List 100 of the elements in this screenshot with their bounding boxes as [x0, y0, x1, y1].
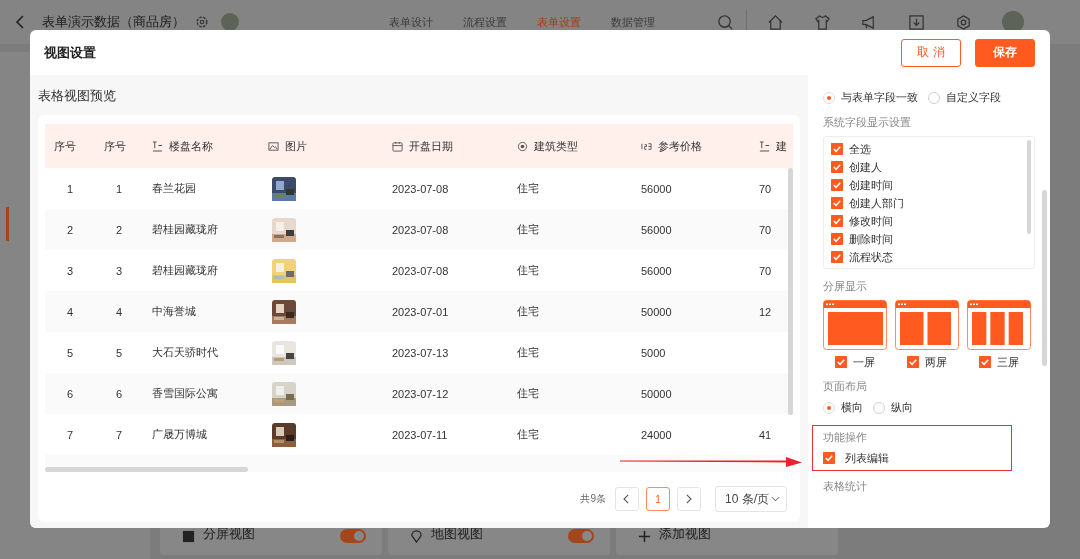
- checkbox[interactable]: [831, 143, 843, 155]
- table-cell: 住宅: [517, 427, 539, 442]
- section-label: 功能操作: [823, 430, 868, 445]
- chevron-left-icon: [623, 494, 631, 504]
- checkbox-option[interactable]: 删除时间: [831, 230, 1034, 248]
- checkbox[interactable]: [831, 251, 843, 263]
- radio-button[interactable]: [928, 91, 940, 104]
- radio-option[interactable]: 纵向: [873, 400, 913, 415]
- table-cell: 2023-07-08: [392, 223, 449, 236]
- checkbox-option[interactable]: 一屏: [835, 353, 875, 371]
- checkbox[interactable]: [831, 179, 843, 191]
- search-icon[interactable]: [717, 13, 734, 31]
- split-screen-icon[interactable]: [895, 300, 959, 350]
- table-cell: 2023-07-08: [392, 182, 449, 195]
- table-cell: 1: [66, 182, 74, 195]
- table-cell: 住宅: [517, 386, 539, 401]
- scrollbar[interactable]: [45, 467, 248, 472]
- column-header: 建筑类型: [534, 138, 578, 154]
- text-field-icon: [759, 140, 770, 152]
- table-cell: 住宅: [517, 263, 539, 278]
- toggle-switch[interactable]: [340, 529, 366, 543]
- table-cell: 12: [759, 305, 772, 318]
- checkbox[interactable]: [831, 215, 843, 227]
- table-cell: 50000: [641, 387, 672, 400]
- table-cell: 56000: [641, 182, 672, 195]
- total-count: 共9条: [580, 492, 606, 506]
- radio-option[interactable]: 横向: [823, 400, 863, 415]
- table-cell: 56000: [641, 223, 672, 236]
- table-cell: 住宅: [517, 181, 539, 196]
- table-cell: 香雪国际公寓: [152, 386, 218, 401]
- shirt-icon[interactable]: [814, 13, 831, 31]
- toggle-switch[interactable]: [568, 529, 594, 543]
- checkbox-option[interactable]: 创建时间: [831, 176, 1034, 194]
- caret-icon: [771, 496, 780, 502]
- split-screen-icon[interactable]: [823, 300, 887, 350]
- table-cell: 2023-07-13: [392, 346, 449, 359]
- table-cell: 5: [115, 346, 123, 359]
- number-icon: [641, 140, 652, 152]
- checkbox-option[interactable]: 全选: [831, 140, 1034, 158]
- checkbox-option[interactable]: 两屏: [907, 353, 947, 371]
- table-cell: 70: [759, 223, 772, 236]
- section-label: 分屏显示: [823, 279, 867, 294]
- checkbox-option[interactable]: 修改时间: [831, 212, 1034, 230]
- image-icon: [268, 140, 279, 152]
- avatar[interactable]: [221, 13, 239, 31]
- table-cell: 56000: [641, 264, 672, 277]
- radio-option[interactable]: 与表单字段一致: [823, 90, 918, 105]
- checkbox[interactable]: [907, 356, 919, 368]
- radio-option[interactable]: 自定义字段: [928, 90, 1001, 105]
- back-icon[interactable]: [14, 14, 26, 30]
- checkbox[interactable]: [831, 161, 843, 173]
- column-header: 楼盘名称: [169, 138, 213, 154]
- column-header: 序号: [54, 138, 76, 154]
- previous-page-button[interactable]: [615, 487, 639, 511]
- section-label: 表格统计: [823, 479, 867, 494]
- checkbox-option[interactable]: 三屏: [979, 353, 1019, 371]
- app-title: 表单演示数据（商品房）: [42, 13, 185, 31]
- table-cell: 24000: [641, 428, 672, 441]
- checkbox[interactable]: [979, 356, 991, 368]
- checkbox[interactable]: [835, 356, 847, 368]
- scrollbar[interactable]: [788, 168, 793, 415]
- table-cell: 大石天骄时代: [152, 345, 218, 360]
- checkbox-option[interactable]: 创建人部门: [831, 194, 1034, 212]
- column-header: 建: [776, 138, 787, 154]
- table-cell: 2: [66, 223, 74, 236]
- dialog-title: 视图设置: [44, 43, 97, 62]
- table-cell: 5000: [641, 346, 666, 359]
- scrollbar[interactable]: [1027, 140, 1031, 234]
- table-cell: 住宅: [517, 345, 539, 360]
- table-cell: 4: [115, 305, 123, 318]
- table-cell: 2023-07-08: [392, 264, 449, 277]
- next-page-button[interactable]: [677, 487, 701, 511]
- checkbox[interactable]: [831, 233, 843, 245]
- settings-icon[interactable]: [955, 13, 972, 31]
- page-size-select[interactable]: 10 条/页: [715, 486, 787, 512]
- download-icon[interactable]: [908, 13, 925, 31]
- section-label: 系统字段显示设置: [823, 115, 911, 130]
- section-title: 表格视图预览: [38, 87, 116, 105]
- checkbox-option[interactable]: 列表编辑: [823, 449, 1011, 467]
- checkbox-option[interactable]: 创建人: [831, 158, 1034, 176]
- table-cell: 70: [759, 264, 772, 277]
- view-name: 分屏视图: [203, 525, 256, 543]
- radio-button[interactable]: [873, 401, 885, 414]
- checkbox[interactable]: [823, 452, 835, 464]
- home-icon[interactable]: [767, 13, 784, 31]
- table-cell: 7: [115, 428, 123, 441]
- table-cell: 碧桂园藏珑府: [152, 222, 218, 237]
- split-screen-icon[interactable]: [967, 300, 1031, 350]
- radio-button[interactable]: [823, 91, 835, 104]
- plus-icon: [638, 530, 651, 543]
- avatar[interactable]: [1002, 11, 1024, 33]
- radio-button[interactable]: [823, 401, 835, 414]
- checkbox[interactable]: [831, 197, 843, 209]
- scrollbar[interactable]: [1042, 190, 1047, 366]
- table-cell: 2023-07-01: [392, 305, 449, 318]
- checkbox-option[interactable]: 流程状态: [831, 248, 1034, 266]
- table-cell: 50000: [641, 305, 672, 318]
- radio-icon: [517, 140, 528, 152]
- table-cell: 住宅: [517, 222, 539, 237]
- view-name: 添加视图: [659, 525, 712, 543]
